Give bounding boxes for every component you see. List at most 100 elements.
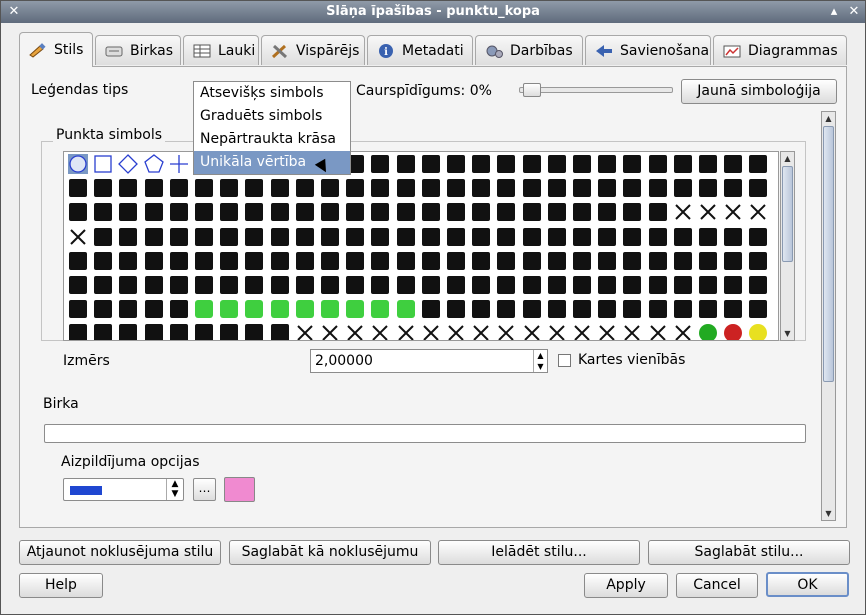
symbol-cell[interactable] xyxy=(194,299,214,319)
symbol-cell[interactable] xyxy=(597,202,617,222)
symbol-cell[interactable] xyxy=(144,323,164,340)
symbol-cell[interactable] xyxy=(295,299,315,319)
symbol-cell[interactable] xyxy=(446,275,466,295)
symbol-cell[interactable] xyxy=(748,323,768,340)
symbol-cell[interactable] xyxy=(370,202,390,222)
save-as-default-button[interactable]: Saglabāt kā noklusējumu xyxy=(229,540,431,565)
spin-up-icon[interactable]: ▲ xyxy=(534,350,547,361)
symbol-cell[interactable] xyxy=(471,178,491,198)
spin-down-icon[interactable]: ▼ xyxy=(534,361,547,372)
tab-stils[interactable]: Stils xyxy=(19,32,93,67)
symbol-cell[interactable] xyxy=(144,299,164,319)
symbol-cell[interactable] xyxy=(471,202,491,222)
symbol-cell[interactable] xyxy=(396,323,416,340)
symbol-cell[interactable] xyxy=(522,202,542,222)
symbol-cell[interactable] xyxy=(723,299,743,319)
symbol-cell[interactable] xyxy=(572,178,592,198)
symbol-cell[interactable] xyxy=(547,154,567,174)
symbol-cell[interactable] xyxy=(118,275,138,295)
symbol-cell[interactable] xyxy=(270,275,290,295)
restore-default-style-button[interactable]: Atjaunot noklusējuma stilu xyxy=(19,540,221,565)
symbol-cell[interactable] xyxy=(572,251,592,271)
symbol-cell[interactable] xyxy=(723,178,743,198)
symbol-cell[interactable] xyxy=(698,227,718,247)
symbol-cell[interactable] xyxy=(370,299,390,319)
title-bar[interactable]: ✕ Slāņa īpašības - punktu_kopa ▴ ✕ xyxy=(1,1,865,23)
ok-button[interactable]: OK xyxy=(766,572,849,597)
tab-metadati[interactable]: i Metadati xyxy=(367,35,473,65)
symbol-cell[interactable] xyxy=(748,227,768,247)
symbol-cell[interactable] xyxy=(320,299,340,319)
tab-darbibas[interactable]: Darbības xyxy=(475,35,583,65)
symbol-cell[interactable] xyxy=(320,275,340,295)
symbol-cell[interactable] xyxy=(270,202,290,222)
symbol-cell[interactable] xyxy=(244,323,264,340)
symbol-cell[interactable] xyxy=(446,227,466,247)
pane-scrollbar[interactable]: ▲ ▼ xyxy=(821,111,836,521)
symbol-cell[interactable] xyxy=(270,227,290,247)
dropdown-option[interactable]: Atsevišķs simbols xyxy=(194,82,350,105)
symbol-cell[interactable] xyxy=(648,275,668,295)
symbol-cell[interactable] xyxy=(320,251,340,271)
symbol-cell[interactable] xyxy=(446,202,466,222)
symbol-cell[interactable] xyxy=(421,251,441,271)
symbol-cell[interactable] xyxy=(698,275,718,295)
symbol-cell[interactable] xyxy=(396,227,416,247)
symbol-cell[interactable] xyxy=(446,251,466,271)
symbol-cell[interactable] xyxy=(219,178,239,198)
symbol-cell[interactable] xyxy=(597,154,617,174)
symbol-cell[interactable] xyxy=(169,202,189,222)
symbol-cell[interactable] xyxy=(471,275,491,295)
symbol-cell[interactable] xyxy=(421,154,441,174)
symbol-cell[interactable] xyxy=(118,323,138,340)
symbol-cell[interactable] xyxy=(622,275,642,295)
symbol-cell[interactable] xyxy=(723,275,743,295)
symbol-cell[interactable] xyxy=(219,299,239,319)
apply-button[interactable]: Apply xyxy=(584,573,668,598)
symbol-cell[interactable] xyxy=(270,251,290,271)
symbol-cell[interactable] xyxy=(320,202,340,222)
symbol-cell[interactable] xyxy=(370,154,390,174)
symbol-cell[interactable] xyxy=(547,227,567,247)
size-spinbox[interactable]: 2,00000 ▲ ▼ xyxy=(310,349,548,373)
symbol-cell[interactable] xyxy=(446,323,466,340)
symbol-cell[interactable] xyxy=(421,178,441,198)
symbol-cell[interactable] xyxy=(68,154,88,174)
symbol-cell[interactable] xyxy=(244,178,264,198)
symbol-cell[interactable] xyxy=(572,323,592,340)
symbol-cell[interactable] xyxy=(93,202,113,222)
symbol-cell[interactable] xyxy=(723,323,743,340)
symbol-cell[interactable] xyxy=(748,202,768,222)
symbol-cell[interactable] xyxy=(169,275,189,295)
symbol-cell[interactable] xyxy=(194,227,214,247)
symbol-cell[interactable] xyxy=(345,178,365,198)
symbol-cell[interactable] xyxy=(748,178,768,198)
symbol-cell[interactable] xyxy=(622,227,642,247)
symbol-cell[interactable] xyxy=(698,178,718,198)
scroll-down-icon[interactable]: ▼ xyxy=(781,327,794,340)
symbol-grid[interactable] xyxy=(63,151,779,341)
symbol-cell[interactable] xyxy=(622,251,642,271)
symbol-cell[interactable] xyxy=(68,178,88,198)
symbol-cell[interactable] xyxy=(572,202,592,222)
symbol-cell[interactable] xyxy=(547,178,567,198)
symbol-cell[interactable] xyxy=(345,202,365,222)
symbol-cell[interactable] xyxy=(396,202,416,222)
symbol-cell[interactable] xyxy=(547,323,567,340)
symbol-cell[interactable] xyxy=(370,227,390,247)
symbol-cell[interactable] xyxy=(68,275,88,295)
symbol-cell[interactable] xyxy=(345,251,365,271)
symbol-cell[interactable] xyxy=(295,251,315,271)
symbol-cell[interactable] xyxy=(169,227,189,247)
symbol-cell[interactable] xyxy=(194,323,214,340)
symbol-cell[interactable] xyxy=(244,202,264,222)
symbol-grid-scrollbar[interactable]: ▲ ▼ xyxy=(780,151,795,341)
symbol-cell[interactable] xyxy=(194,178,214,198)
symbol-cell[interactable] xyxy=(345,299,365,319)
scroll-up-icon[interactable]: ▲ xyxy=(781,152,794,165)
symbol-cell[interactable] xyxy=(597,227,617,247)
symbol-cell[interactable] xyxy=(169,154,189,174)
cancel-button[interactable]: Cancel xyxy=(676,573,758,598)
symbol-cell[interactable] xyxy=(169,178,189,198)
symbol-cell[interactable] xyxy=(496,251,516,271)
